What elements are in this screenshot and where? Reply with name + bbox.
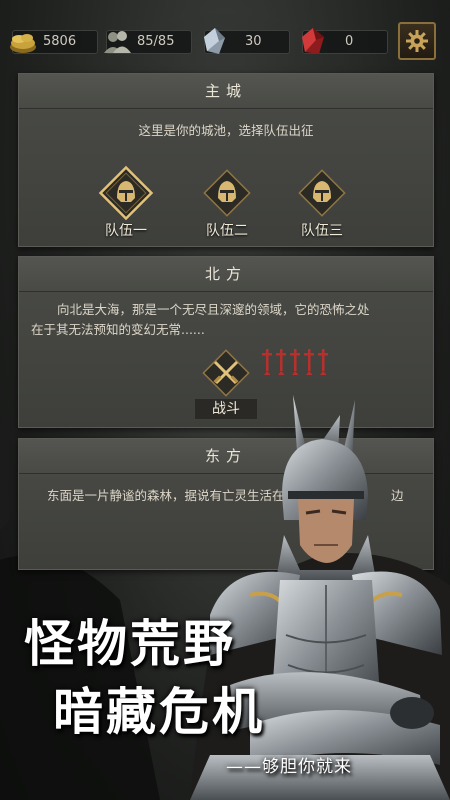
resource-bar: 5806 85/85 30 0 <box>0 0 450 60</box>
north-description-line2: 在于其无法预知的变幻无常...... <box>31 322 205 337</box>
crystal-value: 30 <box>245 34 262 49</box>
promo-headline-line2: 暗藏危机 <box>53 683 265 741</box>
team-three-button[interactable]: 队伍三 <box>282 162 362 240</box>
north-description: 向北是大海，那是一个无尽且深邃的领域，它的恐怖之处 在于其无法预知的变幻无常..… <box>19 292 433 340</box>
helmet-icon <box>98 165 154 221</box>
population-value: 85/85 <box>137 34 175 49</box>
population-counter: 85/85 <box>104 30 192 54</box>
north-description-line1: 向北是大海，那是一个无尽且深邃的领域，它的恐怖之处 <box>57 302 370 317</box>
team-two-button[interactable]: 队伍二 <box>187 162 267 240</box>
main-city-title: 主城 <box>19 74 433 109</box>
ruby-value: 0 <box>345 34 354 49</box>
danger-level <box>259 345 335 377</box>
crystal-icon <box>204 28 225 54</box>
helmet-icon <box>298 169 346 217</box>
ruby-counter: 0 <box>302 28 388 54</box>
promo-slogan: ——够胆你就来 <box>226 757 352 777</box>
main-city-description: 这里是你的城池，选择队伍出征 <box>138 123 314 138</box>
gold-counter: 5806 <box>10 30 98 54</box>
team-one-button[interactable]: 队伍一 <box>86 162 166 240</box>
crossed-swords-icon <box>202 349 250 397</box>
helmet-icon <box>203 169 251 217</box>
gold-value: 5806 <box>43 34 77 49</box>
gear-icon <box>406 30 428 52</box>
promo-headline-line1: 怪物荒野 <box>24 615 236 673</box>
ruby-icon <box>302 28 324 54</box>
gold-icon <box>10 34 36 53</box>
population-icon <box>104 31 131 53</box>
main-city-panel: 主城 这里是你的城池，选择队伍出征 队伍一 队伍二 队伍三 <box>18 73 434 247</box>
settings-button[interactable] <box>398 22 436 60</box>
crystal-counter: 30 <box>204 28 290 54</box>
danger-sword-icons <box>262 349 328 375</box>
north-title: 北方 <box>19 257 433 292</box>
